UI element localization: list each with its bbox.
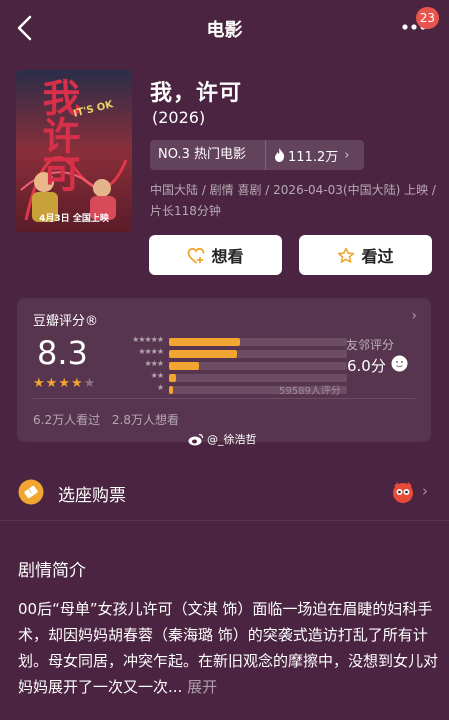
star-icon: ★ (45, 376, 59, 391)
distribution-bar (169, 362, 200, 370)
ticket-icon (18, 479, 44, 505)
friend-rating-label: 友邻评分 (346, 338, 395, 352)
synopsis-text: 00后“母单”女孩儿许可（文淇 饰）面临一场迫在眉睫的妇科手术，却因妈妈胡春蓉（… (18, 596, 438, 700)
distribution-row: ★★★★ (107, 347, 347, 359)
distribution-bar (169, 386, 173, 394)
expand-link[interactable]: 展开 (187, 678, 217, 696)
star-icon: ★ (58, 376, 71, 391)
distribution-track (169, 362, 347, 370)
smiley-icon (391, 355, 408, 372)
distribution-stars: ★★★★ (138, 347, 164, 356)
watched-label: 看过 (361, 247, 394, 266)
movie-poster[interactable]: 我许可 IT'S OK 4月3日 全国上映 (16, 70, 132, 232)
star-outline-icon (338, 247, 355, 263)
heat-value: 111.2万 (288, 149, 339, 165)
movie-meta[interactable]: 中国大陆 / 剧情 喜剧 / 2026-04-03(中国大陆) 上映 / 片长1… (150, 180, 436, 222)
want-to-watch-label: 想看 (211, 247, 244, 266)
distribution-track (169, 374, 347, 382)
watermark-text: @_徐浩哲 (207, 433, 257, 446)
watch-stats: 6.2万人看过 2.8万人想看 (33, 411, 179, 428)
movie-year: (2026) (152, 108, 206, 127)
distribution-bar (169, 338, 241, 346)
cinema-mascot-icon (393, 482, 413, 503)
distribution-stars: ★★ (150, 371, 164, 380)
top-bar: 电影 23 (0, 0, 449, 56)
star-icon: ★ (83, 376, 97, 391)
poster-title: 我许可 (36, 78, 81, 192)
distribution-stars: ★★★ (144, 359, 163, 368)
distribution-stars: ★★★★★ (132, 335, 164, 344)
rating-label: 豆瓣评分® (33, 314, 99, 329)
star-icon: ★ (70, 376, 84, 391)
friend-rating-score: 6.0分 (347, 357, 386, 375)
weibo-icon (188, 433, 204, 445)
synopsis-body: 00后“母单”女孩儿许可（文淇 饰）面临一场迫在眉睫的妇科手术，却因妈妈胡春蓉（… (18, 600, 439, 696)
watched-count: 6.2万人看过 (33, 413, 101, 427)
buy-tickets-row[interactable]: 选座购票 › (0, 470, 449, 514)
heart-plus-icon (188, 247, 205, 263)
movie-title: 我，许可 (150, 81, 243, 106)
synopsis-title: 剧情简介 (18, 561, 86, 581)
poster-release-date: 4月3日 全国上映 (39, 214, 109, 224)
rating-score: 8.3 (37, 334, 88, 372)
chevron-right-icon: › (411, 308, 417, 324)
chevron-right-icon: › (422, 482, 428, 500)
distribution-track (169, 338, 347, 346)
page-title: 电影 (206, 20, 243, 41)
star-icon: ★ (33, 376, 46, 391)
flame-icon (275, 148, 285, 162)
buy-tickets-label: 选座购票 (58, 486, 126, 506)
wishlist-count: 2.8万人想看 (111, 413, 180, 427)
distribution-track (169, 350, 347, 358)
rating-count: 59589人评分 (279, 386, 341, 397)
distribution-row: ★★★ (107, 359, 347, 371)
rating-card[interactable]: 豆瓣评分® › 8.3 ★★★★★ ★★★★★ ★★★★ ★★★ ★★ ★ 59… (17, 298, 431, 442)
rank-pill[interactable]: NO.3 热门电影 111.2万 › (150, 140, 364, 170)
distribution-bar (169, 350, 237, 358)
divider (0, 520, 449, 521)
divider (33, 398, 415, 399)
notification-badge: 23 (415, 7, 439, 29)
rating-stars: ★★★★★ (33, 376, 96, 391)
distribution-row: ★★★★★ (107, 335, 347, 347)
distribution-bar (169, 374, 177, 382)
distribution-stars: ★ (156, 383, 164, 392)
rank-label: NO.3 热门电影 (150, 140, 266, 170)
watermark: @_徐浩哲 (188, 431, 257, 447)
want-to-watch-button[interactable]: 想看 (149, 235, 282, 275)
watched-button[interactable]: 看过 (299, 235, 432, 275)
chevron-right-icon: › (344, 147, 350, 163)
